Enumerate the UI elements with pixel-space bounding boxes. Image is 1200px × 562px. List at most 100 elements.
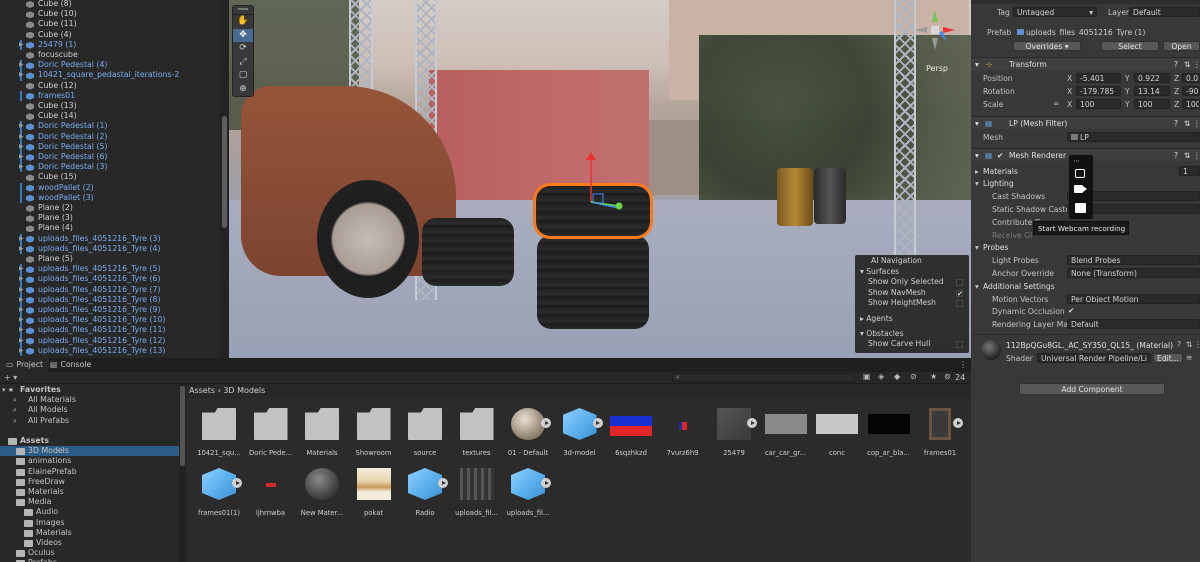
- foldout-arrow-icon[interactable]: ▶: [19, 346, 24, 356]
- foldout-arrow-icon[interactable]: ▶: [19, 152, 24, 162]
- transform-tool-icon[interactable]: ⊕: [233, 83, 253, 97]
- tree-item[interactable]: FreeDraw: [0, 477, 179, 487]
- camera-icon[interactable]: [1075, 169, 1085, 178]
- show-navmesh-row[interactable]: Show NavMesh ✔: [855, 288, 969, 299]
- bookmark-icon[interactable]: ◆: [894, 372, 900, 381]
- mesh-filter-header[interactable]: ▾ ▦ LP (Mesh Filter) ? ⇅ ⋮: [971, 116, 1200, 129]
- hierarchy-item[interactable]: ▶ uploads_files_4051216_Tyre (5): [0, 264, 220, 275]
- scrollbar-thumb[interactable]: [180, 386, 185, 466]
- position-y-field[interactable]: 0.922: [1134, 73, 1170, 83]
- rotation-z-field[interactable]: -90: [1182, 86, 1200, 96]
- asset-item[interactable]: New Mater...: [297, 462, 347, 522]
- tree-item[interactable]: ElainePrefab: [0, 467, 179, 477]
- scale-y-field[interactable]: 100: [1134, 99, 1170, 109]
- hierarchy-item[interactable]: Cube (14): [0, 111, 220, 121]
- search-scope-icon[interactable]: ⊘: [910, 372, 917, 381]
- expand-arrow-icon[interactable]: [592, 418, 603, 428]
- open-button[interactable]: Open: [1163, 41, 1200, 51]
- show-only-selected-checkbox[interactable]: [956, 279, 963, 286]
- position-z-field[interactable]: 0.0576: [1182, 73, 1200, 83]
- foldout-arrow-icon[interactable]: ▶: [19, 325, 24, 335]
- show-heightmesh-checkbox[interactable]: [956, 300, 963, 307]
- hierarchy-item[interactable]: ▶ uploads_files_4051216_Tyre (8): [0, 294, 220, 305]
- rendering-layer-dropdown[interactable]: Default: [1067, 319, 1200, 329]
- tree-scrollbar[interactable]: [179, 384, 186, 562]
- hierarchy-item[interactable]: Cube (11): [0, 19, 220, 29]
- help-icon[interactable]: ?: [1174, 149, 1178, 162]
- hierarchy-item[interactable]: ▶ 25479 (1): [0, 39, 220, 50]
- hierarchy-item[interactable]: frames01: [0, 90, 220, 101]
- scene-tyre[interactable]: [422, 218, 514, 286]
- foldout-arrow-icon[interactable]: ▶: [19, 70, 24, 80]
- rotate-tool-icon[interactable]: ⟳: [233, 42, 253, 56]
- asset-item[interactable]: uploads_fil...: [503, 462, 553, 522]
- tools-drag-handle[interactable]: [233, 8, 253, 15]
- asset-item[interactable]: textures: [452, 402, 502, 462]
- foldout-arrow-icon[interactable]: ▸: [975, 167, 979, 176]
- link-icon[interactable]: ∞: [1053, 99, 1059, 108]
- asset-item[interactable]: frames01(1): [194, 462, 244, 522]
- more-icon[interactable]: ⋮: [1193, 149, 1200, 162]
- settings-icon[interactable]: ⇅: [1184, 117, 1190, 130]
- hierarchy-item[interactable]: ▶ uploads_files_4051216_Tyre (4): [0, 243, 220, 254]
- hidden-packages-icon[interactable]: ⊚: [944, 372, 951, 381]
- foldout-arrow-icon[interactable]: ▾: [975, 179, 979, 188]
- tree-item[interactable]: Prefabs: [0, 558, 179, 562]
- tree-item[interactable]: ⌕ All Prefabs: [0, 416, 179, 426]
- expand-arrow-icon[interactable]: [541, 478, 551, 488]
- webcam-icon[interactable]: [1074, 185, 1083, 193]
- foldout-arrow-icon[interactable]: ▶: [19, 121, 24, 131]
- filter-by-type-icon[interactable]: ▣: [863, 372, 871, 381]
- dynamic-occlusion-checkbox[interactable]: ✔: [1068, 306, 1074, 315]
- asset-item[interactable]: Materials: [297, 402, 347, 462]
- hierarchy-scrollbar[interactable]: [220, 0, 229, 358]
- position-x-field[interactable]: -5.401: [1076, 73, 1121, 83]
- rotation-x-field[interactable]: -179.785: [1076, 86, 1121, 96]
- hierarchy-item[interactable]: Plane (5): [0, 254, 220, 264]
- hierarchy-item[interactable]: Cube (8): [0, 0, 220, 9]
- create-dropdown-icon[interactable]: + ▾: [4, 373, 17, 382]
- foldout-arrow-icon[interactable]: ▶: [19, 295, 24, 305]
- foldout-arrow-icon[interactable]: ▶: [19, 162, 24, 172]
- asset-item[interactable]: conc: [812, 402, 862, 462]
- foldout-arrow-icon[interactable]: ▶: [19, 40, 24, 50]
- tree-item[interactable]: Images: [0, 518, 179, 528]
- hierarchy-item[interactable]: woodPallet (2): [0, 182, 220, 193]
- anchor-override-field[interactable]: None (Transform): [1067, 268, 1200, 278]
- asset-item[interactable]: car_car_gr...: [761, 402, 811, 462]
- light-probes-dropdown[interactable]: Blend Probes: [1067, 255, 1200, 265]
- help-icon[interactable]: ?: [1177, 340, 1181, 349]
- more-icon[interactable]: ⋮: [959, 360, 967, 369]
- scrollbar-thumb[interactable]: [222, 116, 227, 228]
- show-heightmesh-row[interactable]: Show HeightMesh: [855, 298, 969, 309]
- projection-label[interactable]: Persp: [926, 64, 948, 73]
- list-icon[interactable]: ≡: [1186, 353, 1192, 362]
- hierarchy-item[interactable]: ▶ uploads_files_4051216_Tyre (3): [0, 233, 220, 244]
- foldout-arrow-icon[interactable]: ▶: [19, 132, 24, 142]
- hierarchy-item[interactable]: ▶ uploads_files_4051216_Tyre (9): [0, 305, 220, 316]
- tab-project[interactable]: ▭ Project: [0, 358, 50, 372]
- filter-by-label-icon[interactable]: ◈: [878, 372, 884, 381]
- tag-dropdown[interactable]: Untagged ▾: [1013, 7, 1097, 17]
- more-icon[interactable]: ⋮: [1193, 58, 1200, 71]
- scene-view[interactable]: ✋ ✥ ⟳ ⤢ ▢ ⊕ Persp AI Navigation ▾ Surfac…: [229, 0, 971, 358]
- hierarchy-item[interactable]: woodPallet (3): [0, 192, 220, 203]
- foldout-arrow-icon[interactable]: ▶: [19, 244, 24, 254]
- asset-item[interactable]: Showroom: [349, 402, 399, 462]
- hierarchy-item[interactable]: ▶ Doric Pedestal (6): [0, 152, 220, 163]
- tree-item[interactable]: ⌕ All Materials: [0, 395, 179, 405]
- hand-tool-icon[interactable]: ✋: [233, 15, 253, 29]
- hierarchy-item[interactable]: Cube (12): [0, 81, 220, 91]
- tree-item[interactable]: Oculus: [0, 548, 179, 558]
- tree-item[interactable]: Materials: [0, 487, 179, 497]
- transform-header[interactable]: ▾ ⊹ Transform ? ⇅ ⋮: [971, 57, 1200, 70]
- scene-tyre[interactable]: [537, 235, 649, 329]
- show-carve-hull-row[interactable]: Show Carve Hull: [855, 339, 969, 350]
- show-carve-hull-checkbox[interactable]: [956, 340, 963, 348]
- hierarchy-item[interactable]: ▶ Doric Pedestal (4): [0, 60, 220, 71]
- hierarchy-item[interactable]: ▶ uploads_files_4051216_Tyre (6): [0, 274, 220, 285]
- materials-count-field[interactable]: 1: [1179, 166, 1200, 176]
- hierarchy-item[interactable]: ▶ uploads_files_4051216_Tyre (10): [0, 315, 220, 326]
- obstacles-section[interactable]: ▾ Obstacles: [855, 328, 969, 339]
- asset-item[interactable]: 01 - Default: [503, 402, 553, 462]
